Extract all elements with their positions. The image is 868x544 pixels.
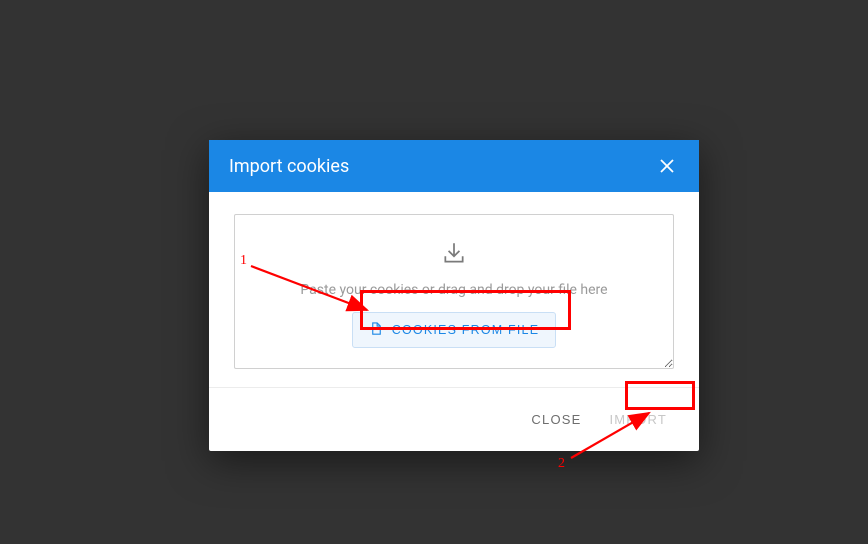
import-button-label: IMPORT <box>609 412 667 427</box>
close-button[interactable]: CLOSE <box>519 404 593 435</box>
file-icon <box>369 321 384 339</box>
close-button-label: CLOSE <box>531 412 581 427</box>
file-button-label: COOKIES FROM FILE <box>392 323 540 337</box>
annotation-label-2: 2 <box>558 456 565 472</box>
import-button[interactable]: IMPORT <box>597 404 679 435</box>
close-icon[interactable] <box>655 154 679 178</box>
download-icon <box>441 240 467 270</box>
dialog-title: Import cookies <box>229 156 349 177</box>
dialog-footer: CLOSE IMPORT <box>209 387 699 451</box>
import-cookies-dialog: Import cookies Paste your cookies or dra… <box>209 140 699 451</box>
cookies-dropzone[interactable]: Paste your cookies or drag and drop your… <box>234 214 674 369</box>
dialog-body: Paste your cookies or drag and drop your… <box>209 192 699 387</box>
dropzone-hint: Paste your cookies or drag and drop your… <box>245 282 663 298</box>
cookies-from-file-button[interactable]: COOKIES FROM FILE <box>352 312 557 348</box>
dialog-header: Import cookies <box>209 140 699 192</box>
